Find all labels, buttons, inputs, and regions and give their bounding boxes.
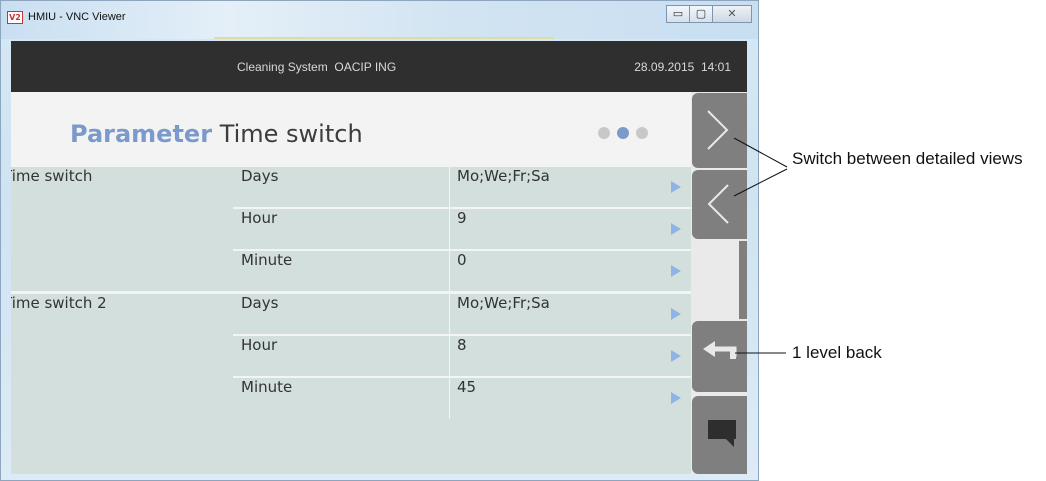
- annotation-switch-views: Switch between detailed views: [792, 149, 1023, 168]
- annotation-lines: [733, 137, 788, 354]
- annotation-level-back: 1 level back: [792, 343, 882, 362]
